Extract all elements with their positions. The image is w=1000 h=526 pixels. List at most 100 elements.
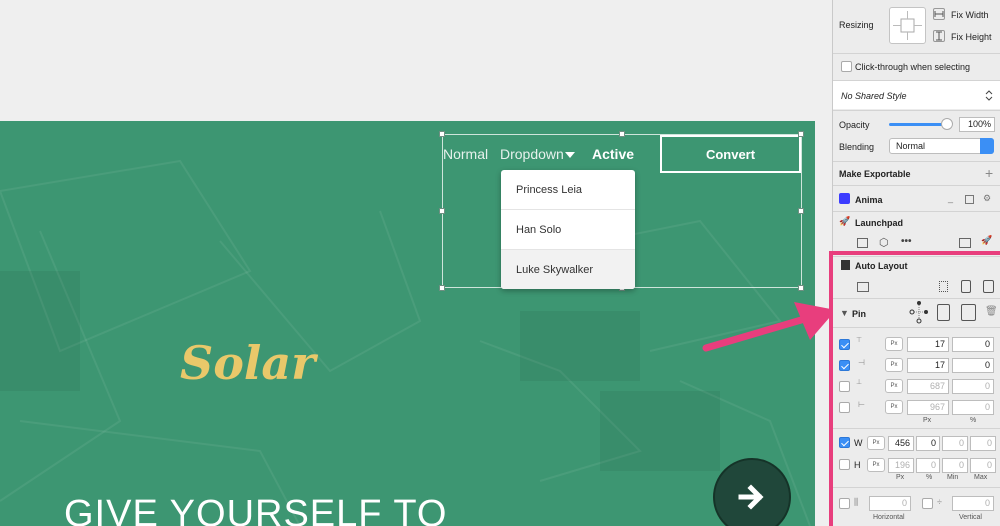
opacity-slider-knob[interactable] bbox=[941, 118, 953, 130]
gear-icon[interactable]: ⚙ bbox=[983, 193, 991, 204]
height-max-input[interactable]: 0 bbox=[970, 458, 996, 473]
arrow-right-icon bbox=[738, 484, 764, 510]
grid-icon[interactable] bbox=[939, 281, 948, 292]
resize-handle[interactable] bbox=[619, 131, 625, 137]
trash-icon[interactable]: 🗑 bbox=[985, 306, 998, 317]
next-button[interactable] bbox=[713, 458, 791, 526]
width-value-input[interactable]: 456 bbox=[888, 436, 914, 451]
resize-handle[interactable] bbox=[798, 208, 804, 214]
vertical-label: Vertical bbox=[959, 514, 982, 521]
fix-height-label[interactable]: Fix Height bbox=[951, 32, 992, 42]
width-max-input[interactable]: 0 bbox=[970, 436, 996, 451]
pin-bottom-icon: ⊥ bbox=[856, 379, 863, 386]
minimize-icon[interactable]: _ bbox=[948, 193, 953, 203]
pin-bottom-checkbox[interactable] bbox=[839, 381, 850, 392]
window-icon[interactable] bbox=[959, 238, 971, 248]
pin-vertical-icon[interactable] bbox=[937, 304, 950, 321]
width-checkbox[interactable] bbox=[839, 437, 850, 448]
size-px-column-label: Px bbox=[896, 474, 905, 481]
fix-width-icon[interactable] bbox=[933, 8, 945, 20]
device-icon[interactable] bbox=[961, 280, 971, 293]
dropdown-menu: Princess Leia Han Solo Luke Skywalker bbox=[501, 170, 635, 289]
vertical-spacing-checkbox[interactable] bbox=[922, 498, 933, 509]
grid-layout-icon[interactable] bbox=[857, 238, 868, 248]
pin-right-unit[interactable]: Px bbox=[885, 400, 903, 414]
width-pct-input[interactable]: 0 bbox=[916, 436, 940, 451]
pin-top-px-input[interactable]: 17 bbox=[907, 337, 949, 352]
fix-height-icon[interactable] bbox=[933, 30, 945, 42]
plus-icon[interactable]: + bbox=[985, 165, 993, 181]
pin-right-checkbox[interactable] bbox=[839, 402, 850, 413]
click-through-label: Click-through when selecting bbox=[855, 62, 971, 72]
resize-handle[interactable] bbox=[798, 285, 804, 291]
chevron-updown-icon bbox=[985, 90, 993, 101]
artboard[interactable]: Normal Dropdown Active Convert Princess … bbox=[0, 121, 815, 526]
more-icon[interactable]: ••• bbox=[901, 236, 912, 247]
fix-width-label[interactable]: Fix Width bbox=[951, 10, 989, 20]
pin-left-px-input[interactable]: 17 bbox=[907, 358, 949, 373]
pin-top-unit[interactable]: Px bbox=[885, 337, 903, 351]
dropdown-item[interactable]: Princess Leia bbox=[501, 170, 635, 210]
dropdown-item[interactable]: Luke Skywalker bbox=[501, 250, 635, 289]
pin-bottom-unit[interactable]: Px bbox=[885, 379, 903, 393]
resizing-diagram-icon bbox=[893, 11, 922, 40]
disclosure-triangle-icon[interactable]: ▼ bbox=[840, 308, 849, 318]
select-stepper-icon bbox=[980, 138, 994, 154]
height-unit[interactable]: Px bbox=[867, 458, 885, 472]
make-exportable-label: Make Exportable bbox=[839, 169, 911, 179]
opacity-label: Opacity bbox=[839, 120, 870, 130]
annotation-arrow bbox=[702, 302, 836, 352]
cube-icon[interactable]: ⬡ bbox=[879, 236, 889, 249]
resizing-label: Resizing bbox=[839, 20, 874, 30]
opacity-input[interactable]: 100% bbox=[959, 117, 995, 132]
vertical-spacing-icon: ÷ bbox=[937, 497, 942, 507]
pin-top-pct-input[interactable]: 0 bbox=[952, 337, 994, 352]
resize-handle[interactable] bbox=[439, 285, 445, 291]
horizontal-spacing-input[interactable]: 0 bbox=[869, 496, 911, 511]
shared-style-select[interactable]: No Shared Style bbox=[833, 81, 1000, 109]
pin-top-checkbox[interactable] bbox=[839, 339, 850, 350]
dropdown-item[interactable]: Han Solo bbox=[501, 210, 635, 250]
size-min-column-label: Min bbox=[947, 474, 959, 481]
inspector-panel: Resizing Fix Width Fix Height Click-thro… bbox=[832, 0, 1000, 526]
width-unit[interactable]: Px bbox=[867, 436, 885, 450]
height-value-input[interactable]: 196 bbox=[888, 458, 914, 473]
resize-handle[interactable] bbox=[439, 131, 445, 137]
resizing-widget[interactable] bbox=[889, 7, 926, 44]
resize-handle[interactable] bbox=[439, 208, 445, 214]
size-max-column-label: Max bbox=[974, 474, 988, 481]
height-pct-input[interactable]: 0 bbox=[916, 458, 940, 473]
horizontal-label: Horizontal bbox=[873, 514, 905, 521]
pin-bottom-pct-input[interactable]: 0 bbox=[952, 379, 994, 394]
height-checkbox[interactable] bbox=[839, 459, 850, 470]
pin-left-unit[interactable]: Px bbox=[885, 358, 903, 372]
anima-label: Anima bbox=[855, 195, 883, 205]
width-letter: W bbox=[854, 438, 863, 448]
artboard-icon[interactable] bbox=[857, 282, 869, 292]
rocket-launch-icon[interactable]: 🚀 bbox=[981, 235, 992, 246]
auto-layout-label: Auto Layout bbox=[855, 261, 908, 271]
click-through-checkbox[interactable] bbox=[841, 61, 852, 72]
pin-right-icon: ⊢ bbox=[858, 400, 865, 409]
height-min-input[interactable]: 0 bbox=[942, 458, 968, 473]
pin-right-px-input[interactable]: 967 bbox=[907, 400, 949, 415]
auto-layout-icon bbox=[841, 260, 850, 270]
size-pct-column-label: % bbox=[926, 474, 933, 481]
pin-left-checkbox[interactable] bbox=[839, 360, 850, 371]
pin-left-pct-input[interactable]: 0 bbox=[952, 358, 994, 373]
vertical-spacing-input[interactable]: 0 bbox=[952, 496, 994, 511]
canvas[interactable]: Normal Dropdown Active Convert Princess … bbox=[0, 0, 832, 526]
panel-toggle-icon[interactable] bbox=[965, 195, 974, 204]
pin-horizontal-icon[interactable] bbox=[961, 304, 976, 321]
pin-right-pct-input[interactable]: 0 bbox=[952, 400, 994, 415]
pin-bottom-px-input[interactable]: 687 bbox=[907, 379, 949, 394]
horizontal-spacing-checkbox[interactable] bbox=[839, 498, 850, 509]
launchpad-label: Launchpad bbox=[855, 218, 904, 228]
anima-logo-icon bbox=[839, 193, 850, 204]
pin-corners-icon[interactable] bbox=[909, 300, 929, 324]
width-min-input[interactable]: 0 bbox=[942, 436, 968, 451]
blending-value: Normal bbox=[896, 141, 926, 151]
blending-select[interactable]: Normal bbox=[889, 138, 994, 154]
device-alt-icon[interactable] bbox=[983, 280, 994, 293]
resize-handle[interactable] bbox=[798, 131, 804, 137]
